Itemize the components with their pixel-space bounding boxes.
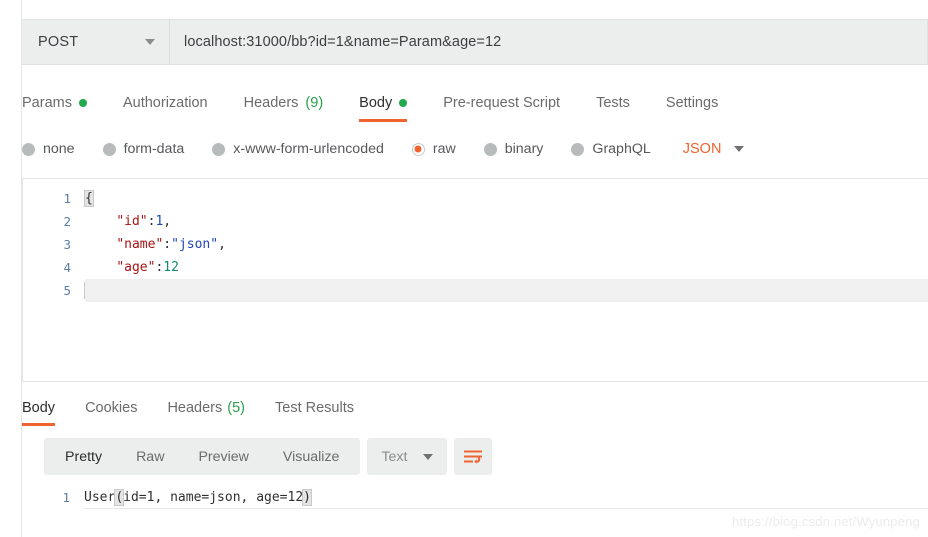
response-tab-headers[interactable]: Headers (5) xyxy=(167,390,245,426)
code-line-text: "id":1, xyxy=(116,214,172,229)
response-tab-body-label: Body xyxy=(22,400,56,416)
body-type-graphql-label: GraphQL xyxy=(592,141,651,157)
response-format-label: Text xyxy=(381,448,408,465)
code-line: 2 "id":1, xyxy=(23,210,928,233)
response-tab-test-results[interactable]: Test Results xyxy=(275,390,354,426)
tab-underline xyxy=(22,423,56,426)
tab-settings-label: Settings xyxy=(665,95,719,111)
code-line: 5 } xyxy=(23,279,928,302)
response-tab-cookies-label: Cookies xyxy=(85,400,138,416)
tab-params-label: Params xyxy=(22,95,72,111)
request-tabs: Params Authorization Headers (9) Body Pr… xyxy=(22,84,928,122)
response-format-dropdown[interactable]: Text xyxy=(367,438,448,475)
tab-pre-request-script-label: Pre-request Script xyxy=(443,95,561,111)
request-body-editor[interactable]: 1 { 2 "id":1, 3 "name":"json", 4 "age":1… xyxy=(22,178,928,381)
code-line-text: "age":12 xyxy=(116,260,179,275)
request-code-area: 1 { 2 "id":1, 3 "name":"json", 4 "age":1… xyxy=(23,187,928,302)
active-line-highlight xyxy=(85,279,928,302)
body-type-raw-label: raw xyxy=(432,141,456,157)
line-number: 4 xyxy=(63,260,71,275)
chevron-down-icon xyxy=(145,39,155,45)
request-pane: POST localhost:31000/bb?id=1&name=Param&… xyxy=(22,0,928,381)
response-toolbar: Pretty Raw Preview Visualize Text xyxy=(44,438,493,475)
tab-settings[interactable]: Settings xyxy=(666,84,718,122)
tab-tests[interactable]: Tests xyxy=(596,84,630,122)
response-body-text: User(id=1, name=json, age=12) xyxy=(84,489,312,506)
response-tab-cookies[interactable]: Cookies xyxy=(85,390,137,426)
url-input[interactable]: localhost:31000/bb?id=1&name=Param&age=1… xyxy=(170,20,927,64)
params-indicator-dot-icon xyxy=(78,99,87,107)
radio-icon xyxy=(212,142,226,156)
view-mode-visualize[interactable]: Visualize xyxy=(266,442,357,472)
radio-icon xyxy=(571,142,585,156)
response-line-underline xyxy=(84,508,928,509)
code-line: 1 User(id=1, name=json, age=12) xyxy=(22,486,928,509)
body-type-binary[interactable]: binary xyxy=(483,141,544,157)
body-type-raw[interactable]: raw xyxy=(411,141,456,157)
word-wrap-button[interactable] xyxy=(454,438,493,475)
http-method-dropdown[interactable]: POST xyxy=(22,20,170,64)
radio-selected-icon xyxy=(411,142,425,156)
code-line: 4 "age":12 xyxy=(23,256,928,279)
watermark: https://blog.csdn.net/Wyunpeng xyxy=(732,514,920,529)
body-type-none[interactable]: none xyxy=(22,141,75,157)
view-mode-raw[interactable]: Raw xyxy=(119,442,181,472)
tab-authorization[interactable]: Authorization xyxy=(123,84,208,122)
view-mode-pretty[interactable]: Pretty xyxy=(48,442,119,472)
radio-icon xyxy=(102,142,116,156)
body-type-radio-group: none form-data x-www-form-urlencoded raw… xyxy=(22,131,928,167)
chevron-down-icon xyxy=(423,453,434,460)
radio-icon xyxy=(22,142,35,156)
code-line: 1 { xyxy=(23,187,928,210)
tab-headers-count: (9) xyxy=(305,95,324,111)
postman-window: POST localhost:31000/bb?id=1&name=Param&… xyxy=(0,0,928,537)
raw-format-dropdown[interactable]: JSON xyxy=(683,141,745,157)
body-type-x-www-form-urlencoded-label: x-www-form-urlencoded xyxy=(233,141,384,157)
line-number: 5 xyxy=(63,283,71,298)
response-tab-headers-count: (5) xyxy=(227,400,245,416)
body-indicator-dot-icon xyxy=(399,99,408,107)
tab-body[interactable]: Body xyxy=(359,84,408,122)
word-wrap-icon xyxy=(464,450,483,464)
code-line-text: "name":"json", xyxy=(116,237,226,252)
response-body-viewer[interactable]: 1 User(id=1, name=json, age=12) xyxy=(22,486,928,509)
body-type-form-data-label: form-data xyxy=(123,141,185,157)
line-number: 1 xyxy=(62,490,70,505)
body-type-none-label: none xyxy=(43,141,75,157)
url-bar: POST localhost:31000/bb?id=1&name=Param&… xyxy=(22,19,928,65)
code-line: 3 "name":"json", xyxy=(23,233,928,256)
response-tab-body[interactable]: Body xyxy=(22,390,56,426)
raw-format-label: JSON xyxy=(682,141,722,157)
http-method-label: POST xyxy=(38,34,79,50)
response-tabs: Body Cookies Headers (5) Test Results xyxy=(22,390,928,426)
tab-pre-request-script[interactable]: Pre-request Script xyxy=(443,84,560,122)
line-number: 3 xyxy=(63,237,71,252)
tab-body-label: Body xyxy=(359,95,393,111)
tab-params[interactable]: Params xyxy=(22,84,87,122)
response-tab-headers-label: Headers xyxy=(167,400,223,416)
response-tab-test-results-label: Test Results xyxy=(275,400,354,416)
chevron-down-icon xyxy=(734,146,745,152)
code-line-text: { xyxy=(84,190,94,207)
body-type-binary-label: binary xyxy=(504,141,544,157)
tab-underline xyxy=(359,119,408,122)
line-number: 1 xyxy=(63,191,71,206)
line-number: 2 xyxy=(63,214,71,229)
view-mode-preview[interactable]: Preview xyxy=(181,442,265,472)
tab-authorization-label: Authorization xyxy=(122,95,208,111)
tab-tests-label: Tests xyxy=(596,95,630,111)
radio-icon xyxy=(483,142,497,156)
tab-headers[interactable]: Headers (9) xyxy=(244,84,324,122)
tab-headers-label: Headers xyxy=(243,95,299,111)
body-type-form-data[interactable]: form-data xyxy=(102,141,185,157)
body-type-x-www-form-urlencoded[interactable]: x-www-form-urlencoded xyxy=(212,141,384,157)
response-view-mode-group: Pretty Raw Preview Visualize xyxy=(44,438,361,475)
body-type-graphql[interactable]: GraphQL xyxy=(571,141,651,157)
